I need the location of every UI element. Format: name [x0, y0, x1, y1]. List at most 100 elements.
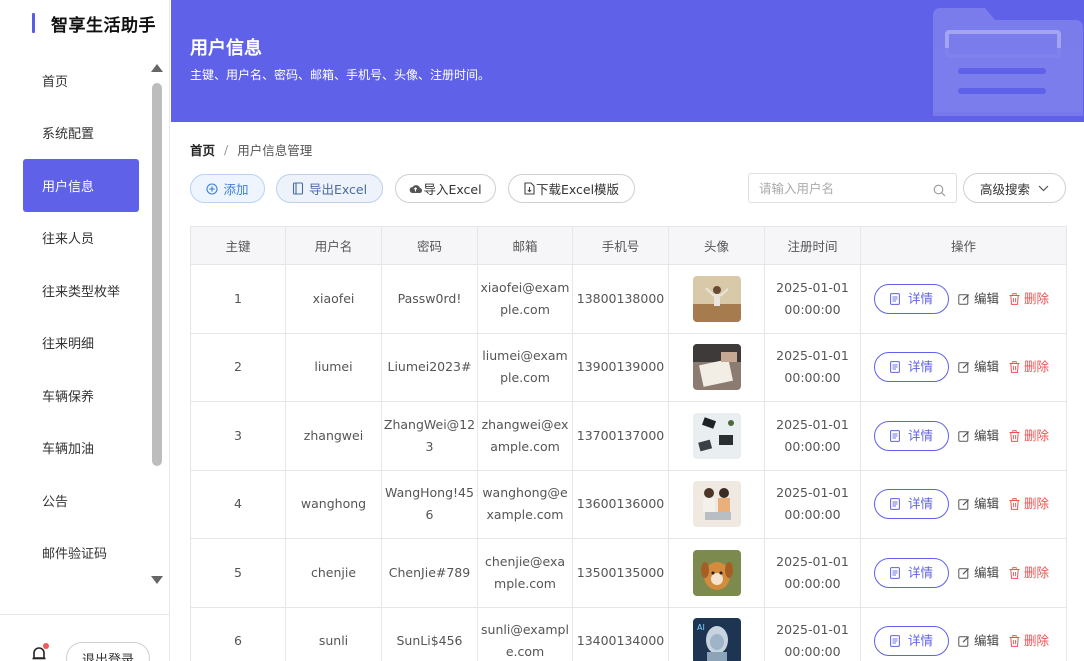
delete-button[interactable]: 删除	[1009, 356, 1049, 378]
detail-button[interactable]: 详情	[874, 420, 949, 451]
cell-username: chenjie	[285, 538, 382, 608]
sidebar-item[interactable]: 往来人员	[23, 212, 139, 265]
edit-button[interactable]: 编辑	[958, 425, 999, 447]
cell-actions: 详情 编辑 删除	[860, 606, 1067, 661]
delete-button[interactable]: 删除	[1009, 288, 1049, 310]
detail-button[interactable]: 详情	[874, 626, 949, 657]
sidebar-item[interactable]: 往来明细	[23, 317, 139, 370]
column-header: 用户名	[285, 226, 382, 265]
page-title: 用户信息	[190, 38, 262, 59]
sidebar-item[interactable]: 邮件验证码	[23, 527, 139, 580]
cell-id: 5	[190, 538, 286, 608]
cell-actions: 详情 编辑 删除	[860, 332, 1067, 402]
edit-button[interactable]: 编辑	[958, 288, 999, 310]
edit-button[interactable]: 编辑	[958, 562, 999, 584]
cell-phone: 13900139000	[572, 332, 669, 402]
sidebar-item[interactable]: 车辆保养	[23, 369, 139, 422]
user-table-container: 主键 用户名 密码 邮箱 手机号 头像 注册时间 操作 1 xiaofei Passw0rd! xi…	[190, 226, 1067, 661]
sidebar-item[interactable]: 用户信息	[23, 159, 139, 212]
edit-button[interactable]: 编辑	[958, 356, 999, 378]
detail-label: 详情	[907, 359, 933, 375]
advanced-search-button[interactable]: 高级搜索	[963, 173, 1066, 203]
cell-created: 2025-01-01 00:00:00	[764, 469, 861, 539]
sidebar-item[interactable]: 系统配置	[23, 107, 139, 160]
chevron-down-icon	[1038, 185, 1049, 192]
sidebar-item[interactable]: 往来类型枚举	[23, 264, 139, 317]
sidebar-scrollbar[interactable]	[151, 60, 163, 588]
avatar-image[interactable]	[692, 481, 741, 528]
avatar-image[interactable]	[692, 275, 741, 322]
import-excel-button[interactable]: 导入Excel	[395, 174, 496, 203]
edit-label: 编辑	[974, 290, 1000, 306]
breadcrumb-separator: /	[224, 142, 229, 157]
cell-phone: 13400134000	[572, 606, 669, 661]
page-subtitle: 主键、用户名、密码、邮箱、手机号、头像、注册时间。	[190, 68, 491, 82]
sidebar-item[interactable]: 公告	[23, 474, 139, 527]
column-header: 密码	[381, 226, 478, 265]
cell-id: 3	[190, 401, 286, 471]
cell-email: zhangwei@example.com	[477, 401, 573, 471]
search-input[interactable]	[749, 174, 929, 202]
file-download-icon	[524, 182, 535, 195]
column-header: 注册时间	[764, 226, 861, 265]
cell-id: 1	[190, 264, 286, 334]
delete-button[interactable]: 删除	[1009, 493, 1049, 515]
edit-button[interactable]: 编辑	[958, 630, 999, 652]
delete-label: 删除	[1024, 290, 1050, 306]
delete-button[interactable]: 删除	[1009, 562, 1049, 584]
column-header: 主键	[190, 226, 286, 265]
delete-button[interactable]: 删除	[1009, 425, 1049, 447]
cell-email: xiaofei@example.com	[477, 264, 573, 334]
trash-icon	[1009, 498, 1020, 511]
scroll-up-arrow-icon[interactable]	[151, 64, 163, 72]
export-excel-button[interactable]: 导出Excel	[276, 174, 383, 203]
sidebar-item[interactable]: 车辆加油	[23, 422, 139, 475]
sidebar-item[interactable]: 首页	[23, 54, 139, 107]
cell-actions: 详情 编辑 删除	[860, 401, 1067, 471]
cell-avatar	[668, 264, 765, 334]
cell-username: sunli	[285, 606, 382, 661]
search-icon[interactable]	[933, 182, 946, 201]
avatar-image[interactable]	[692, 412, 741, 459]
cell-password: Passw0rd!	[381, 264, 478, 334]
row-actions: 详情 编辑 删除	[862, 626, 1065, 657]
advanced-search-label: 高级搜索	[979, 181, 1030, 197]
table-header-row: 主键 用户名 密码 邮箱 手机号 头像 注册时间 操作	[190, 226, 1067, 265]
row-actions: 详情 编辑 删除	[862, 557, 1065, 588]
table-row: 4 wanghong WangHong!456 wanghong@example.co…	[190, 469, 1067, 539]
edit-label: 编辑	[974, 427, 1000, 443]
trash-icon	[1009, 429, 1020, 442]
cell-email: wanghong@example.com	[477, 469, 573, 539]
detail-button[interactable]: 详情	[874, 557, 949, 588]
detail-button[interactable]: 详情	[874, 352, 949, 383]
row-actions: 详情 编辑 删除	[862, 352, 1065, 383]
delete-label: 删除	[1024, 359, 1050, 375]
scrollbar-thumb[interactable]	[152, 83, 162, 466]
detail-button[interactable]: 详情	[874, 283, 949, 314]
edit-icon	[958, 293, 970, 305]
edit-button[interactable]: 编辑	[958, 493, 999, 515]
cell-created: 2025-01-01 00:00:00	[764, 401, 861, 471]
download-template-button[interactable]: 下载Excel模版	[508, 174, 635, 203]
notification-dot	[43, 643, 49, 649]
table-row: 1 xiaofei Passw0rd! xiaofei@example.com 1380…	[190, 264, 1067, 334]
app-root: 智享生活助手 首页 系统配置 用户信息 往来人员 往来类型枚举 往来明细 车辆保养 车辆加油公…	[0, 0, 1084, 661]
sidebar-footer: 退出登录	[0, 614, 169, 661]
scroll-down-arrow-icon[interactable]	[151, 576, 163, 584]
cell-id: 6	[190, 606, 286, 661]
avatar-image[interactable]	[692, 549, 741, 596]
logout-button[interactable]: 退出登录	[66, 642, 150, 661]
avatar-image[interactable]: AI	[692, 618, 741, 661]
add-button[interactable]: 添加	[190, 174, 265, 203]
detail-button[interactable]: 详情	[874, 489, 949, 520]
breadcrumb-home[interactable]: 首页	[190, 140, 215, 159]
document-icon	[890, 429, 900, 442]
cell-created: 2025-01-01 00:00:00	[764, 538, 861, 608]
add-button-label: 添加	[223, 182, 249, 197]
delete-button[interactable]: 删除	[1009, 630, 1049, 652]
avatar-image[interactable]	[692, 344, 741, 391]
edit-label: 编辑	[974, 359, 1000, 375]
document-icon	[890, 635, 900, 648]
edit-label: 编辑	[974, 496, 1000, 512]
cell-phone: 13800138000	[572, 264, 669, 334]
